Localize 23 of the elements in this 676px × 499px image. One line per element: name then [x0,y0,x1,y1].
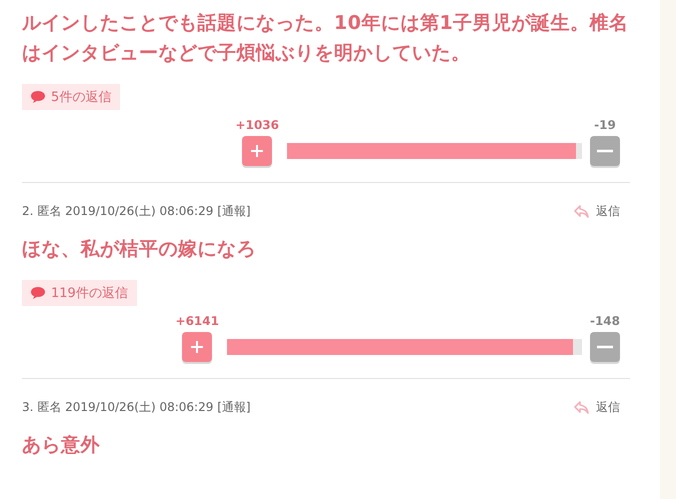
minus-count: -19 [594,118,616,132]
plus-button[interactable] [182,332,212,362]
plus-count: +6141 [176,314,219,328]
comment-body: ほな、私が桔平の嫁になろ [22,237,257,262]
comment-meta: 3. 匿名 2019/10/26(土) 08:06:29 [通報] [22,399,251,416]
plus-count: +1036 [236,118,279,132]
minus-count: -148 [590,314,620,328]
plus-icon [250,144,264,158]
reply-arrow-icon [574,205,590,218]
reply-link[interactable]: 返信 [574,203,620,220]
comment-body: ルインしたことでも話題になった。10年には第1子男児が誕生。椎名はインタビューなどで子煩悩ぶりを明かしていた。 [22,11,630,66]
minus-icon [597,149,613,153]
minus-button[interactable] [590,332,620,362]
reply-link[interactable]: 返信 [574,399,620,416]
plus-icon [190,340,204,354]
minus-button[interactable] [590,136,620,166]
speech-bubble-icon [30,286,46,300]
minus-icon [596,345,613,349]
comment-body: あら意外 [22,433,101,458]
speech-bubble-icon [30,90,46,104]
reply-arrow-icon [574,401,590,414]
comment-meta: 2. 匿名 2019/10/26(土) 08:06:29 [通報] [22,203,251,220]
plus-button[interactable] [242,136,272,166]
